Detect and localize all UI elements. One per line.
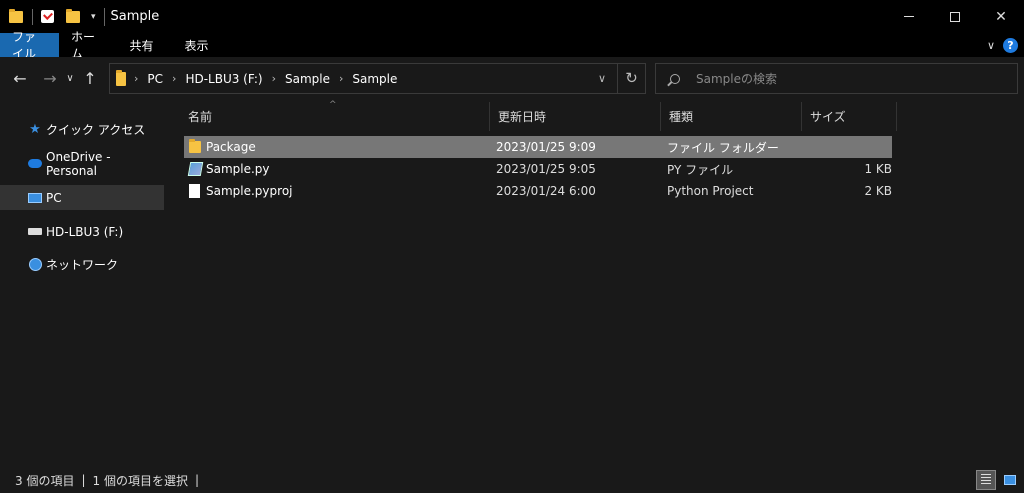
back-button[interactable]: ← — [9, 69, 31, 88]
chevron-right-icon[interactable]: › — [172, 72, 176, 85]
file-name: Sample.py — [206, 162, 270, 176]
status-bar: 3 個の項目 | 1 個の項目を選択 | — [0, 467, 1024, 493]
address-bar[interactable]: › PC › HD-LBU3 (F:) › Sample › Sample ∨ … — [109, 63, 646, 94]
sidebar-item-label: PC — [46, 190, 62, 205]
close-button[interactable]: ✕ — [978, 0, 1024, 33]
large-icons-view-icon — [1004, 475, 1016, 485]
tab-view[interactable]: 表示 — [169, 33, 224, 57]
chevron-right-icon[interactable]: › — [339, 72, 343, 85]
forward-button[interactable]: → — [39, 69, 61, 88]
cloud-icon — [28, 157, 42, 171]
sidebar-item-quick-access[interactable]: ★ クイック アクセス — [0, 117, 164, 142]
chevron-right-icon[interactable]: › — [272, 72, 276, 85]
file-type: ファイル フォルダー — [667, 140, 779, 155]
sidebar-item-onedrive[interactable]: OneDrive - Personal — [0, 149, 164, 178]
tab-file[interactable]: ファイル — [0, 30, 59, 61]
breadcrumb-sample-current[interactable]: Sample — [352, 72, 397, 86]
address-actions: ∨ ↻ — [587, 64, 645, 93]
view-buttons — [976, 470, 1020, 490]
title-divider — [103, 7, 105, 26]
address-row: ← → ∨ ↑ › PC › HD-LBU3 (F:) › Sample › S… — [0, 57, 1024, 100]
star-icon: ★ — [29, 122, 41, 137]
file-modified: 2023/01/25 9:05 — [496, 162, 596, 176]
minimize-icon — [904, 16, 914, 17]
file-name: Sample.pyproj — [206, 184, 293, 198]
folder-icon — [116, 69, 126, 86]
new-folder-icon[interactable] — [65, 8, 81, 25]
search-input[interactable] — [696, 71, 996, 86]
python-file-icon — [184, 162, 206, 176]
window-title: Sample — [110, 9, 160, 24]
breadcrumb-pc[interactable]: PC — [147, 72, 163, 86]
help-icon[interactable]: ? — [1003, 37, 1018, 53]
search-box[interactable] — [655, 63, 1018, 94]
expand-ribbon-icon[interactable]: ∨ — [987, 39, 995, 52]
file-type: PY ファイル — [667, 162, 734, 177]
file-list-pane: ^ 名前 更新日時 種類 サイズ Package 2023/01/25 9:09… — [164, 100, 1024, 467]
breadcrumb-drive[interactable]: HD-LBU3 (F:) — [185, 72, 262, 86]
breadcrumb-sample[interactable]: Sample — [285, 72, 330, 86]
refresh-button[interactable]: ↻ — [617, 64, 645, 93]
file-type: Python Project — [667, 184, 754, 198]
file-size: 2 KB — [864, 184, 892, 198]
column-headers: 名前 更新日時 種類 サイズ — [180, 102, 897, 131]
address-dropdown-button[interactable]: ∨ — [587, 72, 617, 85]
details-view-button[interactable] — [976, 470, 996, 490]
table-row[interactable]: Sample.pyproj 2023/01/24 6:00 Python Pro… — [184, 180, 892, 202]
table-row[interactable]: Sample.py 2023/01/25 9:05 PY ファイル 1 KB — [184, 158, 892, 180]
status-separator: | — [81, 473, 86, 487]
title-bar: ▾ Sample ✕ — [0, 0, 1024, 33]
ribbon-right: ∨ ? — [987, 33, 1018, 57]
search-icon — [670, 73, 680, 84]
maximize-button[interactable] — [932, 0, 978, 33]
sidebar-item-pc[interactable]: PC — [0, 185, 164, 210]
tab-share[interactable]: 共有 — [114, 33, 169, 57]
file-size: 1 KB — [864, 162, 892, 176]
ribbon-tabs: ファイル ホーム 共有 表示 ∨ ? — [0, 30, 1024, 61]
file-modified: 2023/01/25 9:09 — [496, 140, 596, 154]
recent-locations-button[interactable]: ∨ — [61, 73, 79, 84]
table-row[interactable]: Package 2023/01/25 9:09 ファイル フォルダー — [184, 136, 892, 158]
column-header-modified[interactable]: 更新日時 — [490, 102, 661, 131]
sidebar-item-label: OneDrive - Personal — [46, 149, 111, 178]
chevron-right-icon: › — [134, 72, 139, 85]
large-icons-view-button[interactable] — [1000, 470, 1020, 490]
column-header-size[interactable]: サイズ — [802, 102, 897, 131]
sidebar-item-label: ネットワーク — [46, 258, 119, 272]
customize-toolbar-icon[interactable]: ▾ — [91, 12, 96, 22]
navigation-pane: ★ クイック アクセス OneDrive - Personal PC HD-LB… — [0, 100, 164, 467]
column-header-name[interactable]: 名前 — [180, 102, 490, 131]
minimize-button[interactable] — [886, 0, 932, 33]
item-count: 3 個の項目 — [15, 473, 75, 488]
details-view-icon — [981, 474, 991, 486]
tab-home[interactable]: ホーム — [59, 30, 114, 61]
file-modified: 2023/01/24 6:00 — [496, 184, 596, 198]
pc-icon — [28, 191, 42, 205]
maximize-icon — [950, 11, 960, 22]
file-rows: Package 2023/01/25 9:09 ファイル フォルダー Sampl… — [184, 136, 892, 202]
folder-icon[interactable] — [8, 8, 24, 25]
sidebar-item-network[interactable]: ネットワーク — [0, 252, 164, 277]
column-header-type[interactable]: 種類 — [661, 102, 802, 131]
properties-icon[interactable] — [39, 9, 55, 25]
sidebar-item-label: クイック アクセス — [46, 123, 146, 137]
selection-count: 1 個の項目を選択 — [92, 473, 188, 488]
drive-icon — [28, 225, 42, 239]
close-icon: ✕ — [995, 8, 1007, 25]
up-button[interactable]: ↑ — [79, 69, 101, 88]
window-controls: ✕ — [886, 0, 1024, 33]
document-icon — [184, 184, 206, 198]
folder-icon — [184, 139, 206, 153]
file-name: Package — [206, 140, 256, 154]
network-icon — [28, 258, 42, 272]
sidebar-item-label: HD-LBU3 (F:) — [46, 224, 124, 239]
sidebar-item-drive[interactable]: HD-LBU3 (F:) — [0, 219, 164, 244]
status-separator: | — [194, 473, 199, 487]
toolbar-divider — [32, 8, 33, 25]
